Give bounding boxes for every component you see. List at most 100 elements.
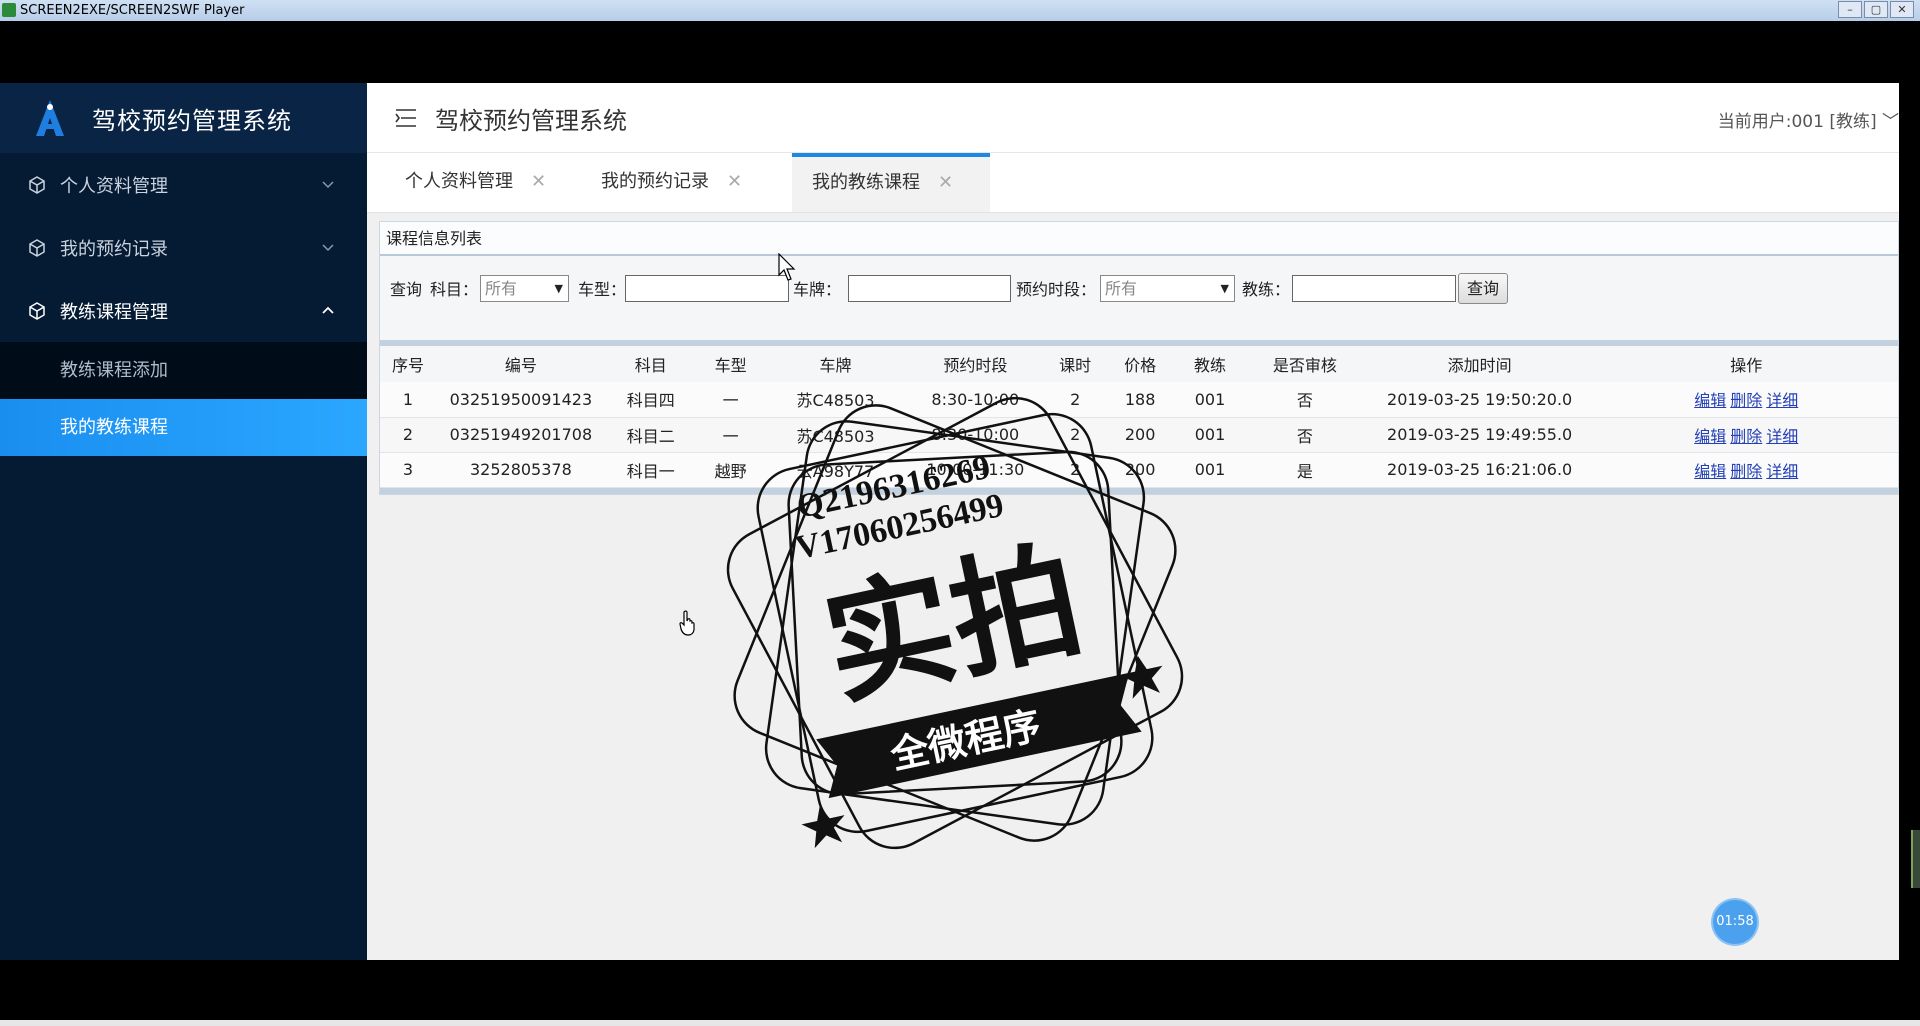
plate-input[interactable]: [848, 275, 1011, 302]
main-area: 驾校预约管理系统 当前用户:001 [教练] ﹀ 个人资料管理 ✕ 我的预约记录 ✕…: [367, 83, 1899, 960]
detail-link[interactable]: 详细: [1766, 462, 1798, 481]
coach-input[interactable]: [1292, 275, 1456, 302]
chevron-down-icon: [322, 244, 334, 252]
dropdown-arrow-icon: ▼: [1220, 282, 1229, 295]
tab-label: 个人资料管理: [405, 171, 513, 192]
cell-added: 2019-03-25 16:21:06.0: [1364, 452, 1595, 488]
column-header: 科目: [605, 346, 696, 382]
cell-added: 2019-03-25 19:49:55.0: [1364, 417, 1595, 453]
chevron-down-icon: [322, 181, 334, 189]
detail-link[interactable]: 详细: [1766, 427, 1798, 446]
close-icon[interactable]: ✕: [1890, 1, 1914, 18]
coach-label: 教练：: [1242, 280, 1291, 299]
cell-actions: 编辑 删除 详细: [1594, 417, 1898, 453]
car-type-label: 车型：: [578, 280, 627, 299]
cell-id: 03251950091423: [435, 382, 606, 418]
delete-link[interactable]: 删除: [1730, 391, 1762, 410]
cell-hours: 2: [1045, 382, 1106, 418]
close-icon[interactable]: ✕: [727, 171, 742, 192]
tab-my-courses[interactable]: 我的教练课程 ✕: [792, 153, 990, 212]
logo-icon: [32, 98, 68, 138]
cell-car-type: 越野: [695, 452, 766, 488]
cell-added: 2019-03-25 19:50:20.0: [1364, 382, 1595, 418]
edit-link[interactable]: 编辑: [1694, 427, 1726, 446]
chevron-up-icon: [322, 306, 334, 314]
cell-id: 3252805378: [435, 452, 606, 488]
car-type-input[interactable]: [625, 275, 789, 302]
column-header: 编号: [435, 346, 606, 382]
cell-coach: 001: [1175, 452, 1245, 488]
query-label: 查询: [390, 280, 423, 299]
sidebar-submenu: 教练课程添加 我的教练课程: [0, 342, 367, 456]
subject-label: 科目：: [430, 280, 479, 299]
close-icon[interactable]: ✕: [938, 172, 953, 193]
maximize-icon[interactable]: ▢: [1864, 1, 1888, 18]
detail-link[interactable]: 详细: [1766, 391, 1798, 410]
cell-hours: 2: [1045, 452, 1106, 488]
table-row: 3 3252805378 科目一 越野 云A98Y77 10:00-11:30 …: [380, 452, 1898, 488]
panel-title: 课程信息列表: [380, 222, 1898, 256]
letterbox-bottom: [0, 960, 1920, 1026]
column-header: 是否审核: [1244, 346, 1365, 382]
search-button[interactable]: 查询: [1458, 273, 1509, 304]
tab-profile[interactable]: 个人资料管理 ✕: [367, 153, 563, 212]
column-header: 预约时段: [905, 346, 1046, 382]
cell-approved: 否: [1244, 417, 1365, 453]
sidebar-item-label: 我的预约记录: [60, 238, 168, 260]
cell-plate: 云A98Y77: [765, 452, 906, 488]
timer-badge[interactable]: 01:58: [1713, 900, 1757, 944]
arrow-cursor-icon: [778, 253, 796, 281]
sidebar-item-coach-courses[interactable]: 教练课程管理: [0, 279, 367, 342]
cell-period: 8:30-10:00: [905, 417, 1046, 453]
sidebar-subitem-add-course[interactable]: 教练课程添加: [0, 342, 367, 399]
cell-price: 200: [1105, 452, 1176, 488]
tab-reservations[interactable]: 我的预约记录 ✕: [563, 153, 759, 212]
period-label: 预约时段：: [1016, 280, 1097, 299]
dropdown-arrow-icon: ▼: [554, 282, 563, 295]
edit-link[interactable]: 编辑: [1694, 391, 1726, 410]
sidebar-item-label: 个人资料管理: [60, 175, 168, 197]
sidebar-item-profile[interactable]: 个人资料管理: [0, 153, 367, 216]
column-header: 车型: [695, 346, 766, 382]
cell-approved: 否: [1244, 382, 1365, 418]
close-icon[interactable]: ✕: [531, 171, 546, 192]
current-user-menu[interactable]: 当前用户:001 [教练] ﹀: [1718, 107, 1899, 132]
cell-actions: 编辑 删除 详细: [1594, 452, 1898, 488]
app-icon: [2, 3, 16, 17]
table-row: 2 03251949201708 科目二 一 苏C48503 8:30-10:0…: [380, 417, 1898, 453]
subject-select-value: 所有: [485, 279, 518, 298]
cell-id: 03251949201708: [435, 417, 606, 453]
column-header: 操作: [1594, 346, 1898, 382]
player-status-strip: [0, 1020, 1920, 1026]
tab-bar: 个人资料管理 ✕ 我的预约记录 ✕ 我的教练课程 ✕: [367, 153, 1899, 213]
cube-icon: [29, 175, 45, 194]
app-frame: 驾校预约管理系统 个人资料管理 我的预约记录 教练课程管理 教练课程添加 我的教…: [0, 83, 1899, 960]
subject-select[interactable]: 所有 ▼: [480, 275, 569, 302]
delete-link[interactable]: 删除: [1730, 462, 1762, 481]
minimize-icon[interactable]: –: [1838, 1, 1862, 18]
edit-link[interactable]: 编辑: [1694, 462, 1726, 481]
window-titlebar: SCREEN2EXE/SCREEN2SWF Player – ▢ ✕: [0, 0, 1920, 21]
cell-coach: 001: [1175, 417, 1245, 453]
cell-actions: 编辑 删除 详细: [1594, 382, 1898, 418]
cell-subject: 科目四: [605, 382, 696, 418]
search-form: 查询 科目： 所有 ▼ 车型： 车牌： 预约时段： 所有 ▼ 教练： 查询: [380, 256, 1898, 346]
cell-period: 8:30-10:00: [905, 382, 1046, 418]
cell-price: 188: [1105, 382, 1176, 418]
sidebar-subitem-my-courses[interactable]: 我的教练课程: [0, 399, 367, 456]
window-controls: – ▢ ✕: [1838, 1, 1914, 18]
side-widget-handle[interactable]: [1911, 830, 1920, 888]
cube-icon: [29, 238, 45, 257]
menu-toggle-icon[interactable]: [395, 107, 417, 129]
period-select-value: 所有: [1105, 279, 1138, 298]
chevron-down-icon: ﹀: [1882, 112, 1899, 132]
period-select[interactable]: 所有 ▼: [1100, 275, 1235, 302]
delete-link[interactable]: 删除: [1730, 427, 1762, 446]
tab-label: 我的教练课程: [812, 172, 920, 193]
cell-period: 10:00-11:30: [905, 452, 1046, 488]
sidebar-header: 驾校预约管理系统: [0, 83, 367, 153]
column-header: 序号: [380, 346, 436, 382]
sidebar-item-reservations[interactable]: 我的预约记录: [0, 216, 367, 279]
topbar: 驾校预约管理系统 当前用户:001 [教练] ﹀: [367, 83, 1899, 153]
cell-approved: 是: [1244, 452, 1365, 488]
